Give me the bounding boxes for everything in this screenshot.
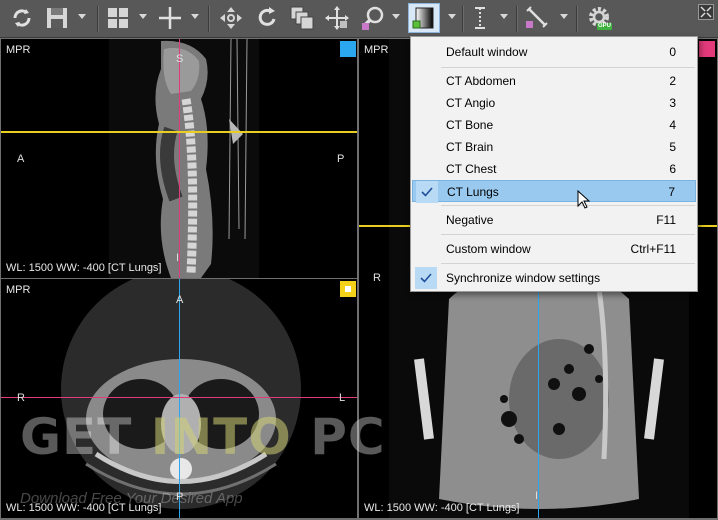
menu-item-ct-chest[interactable]: CT Chest 6 [412,158,696,180]
window-level-info: WL: 1500 WW: -400 [CT Lungs] [364,502,520,514]
viewport-axial[interactable]: MPR A R L P WL: 1500 WW: -400 [CT Lungs] [1,279,357,518]
crosshair-dropdown-icon[interactable] [191,14,199,19]
move-icon [324,5,350,31]
rotate-icon [254,5,280,31]
save-button[interactable] [42,3,72,33]
toolbar: GPU [0,0,718,38]
viewport-label: MPR [6,284,31,296]
check-icon [415,267,437,289]
menu-item-custom-window[interactable]: Custom window Ctrl+F11 [412,238,696,260]
crosshair-button[interactable] [155,3,185,33]
layout-icon [105,5,131,31]
layout-button[interactable] [103,3,133,33]
zoom-icon [360,5,386,31]
watermark: GET INTO PC [20,408,386,466]
save-icon [44,5,70,31]
thickness-dropdown-icon[interactable] [500,14,508,19]
orientation-right: L [339,392,346,404]
layout-dropdown-icon[interactable] [139,14,147,19]
measure-button[interactable] [521,3,551,33]
menu-item-ct-lungs[interactable]: CT Lungs 7 [412,180,696,203]
check-icon [416,181,438,203]
maximize-icon [700,6,712,18]
zoom-button[interactable] [358,3,388,33]
menu-item-negative[interactable]: Negative F11 [412,209,696,231]
menu-item-ct-angio[interactable]: CT Angio 3 [412,92,696,114]
orientation-top: S [176,53,184,65]
window-level-icon [412,6,436,30]
orientation-bottom: I [176,252,180,264]
move-button[interactable] [322,3,352,33]
cursor-arrow-icon [577,190,591,209]
copy-button[interactable] [287,3,317,33]
reset-icon [9,5,35,31]
viewport-color-marker[interactable] [340,281,356,297]
save-dropdown-icon[interactable] [78,14,86,19]
viewport-sagittal[interactable]: MPR S A P I WL: 1500 WW: -400 [CT Lungs] [1,39,357,278]
orientation-left: A [17,153,25,165]
orientation-bottom: I [535,490,539,502]
crosshair-icon [157,5,183,31]
crosshair-horizontal [1,131,357,133]
thickness-button[interactable] [465,3,495,33]
pan-button[interactable] [216,3,246,33]
window-preset-menu: Default window 0 CT Abdomen 2 CT Angio 3 CT… [410,36,698,292]
zoom-dropdown-icon[interactable] [392,14,400,19]
thickness-icon [467,5,493,31]
menu-item-ct-abdomen[interactable]: CT Abdomen 2 [412,70,696,92]
menu-item-synchronize-window[interactable]: Synchronize window settings [412,267,696,289]
copy-icon [289,5,315,31]
crosshair-horizontal [1,397,357,398]
viewport-color-marker[interactable] [340,41,356,57]
viewport-label: MPR [6,44,31,56]
menu-item-ct-brain[interactable]: CT Brain 5 [412,136,696,158]
gpu-badge: GPU [597,23,613,30]
pan-icon [218,5,244,31]
orientation-left: R [373,272,381,284]
orientation-top: A [176,294,184,306]
orientation-left: R [17,392,25,404]
rotate-button[interactable] [252,3,282,33]
reset-button[interactable] [6,3,38,33]
measure-dropdown-icon[interactable] [560,14,568,19]
crosshair-vertical [179,39,180,278]
orientation-right: P [337,153,345,165]
viewport-label: MPR [364,44,389,56]
menu-item-default-window[interactable]: Default window 0 [412,41,696,63]
watermark-subtitle: Download Free Your Desired App [20,490,243,507]
window-level-button[interactable] [408,3,440,33]
crosshair-vertical [179,279,180,518]
window-level-dropdown-icon[interactable] [448,14,456,19]
measure-icon [523,5,549,31]
window-level-info: WL: 1500 WW: -400 [CT Lungs] [6,262,162,274]
menu-item-ct-bone[interactable]: CT Bone 4 [412,114,696,136]
viewport-color-marker[interactable] [699,41,715,57]
maximize-button[interactable] [698,4,714,20]
